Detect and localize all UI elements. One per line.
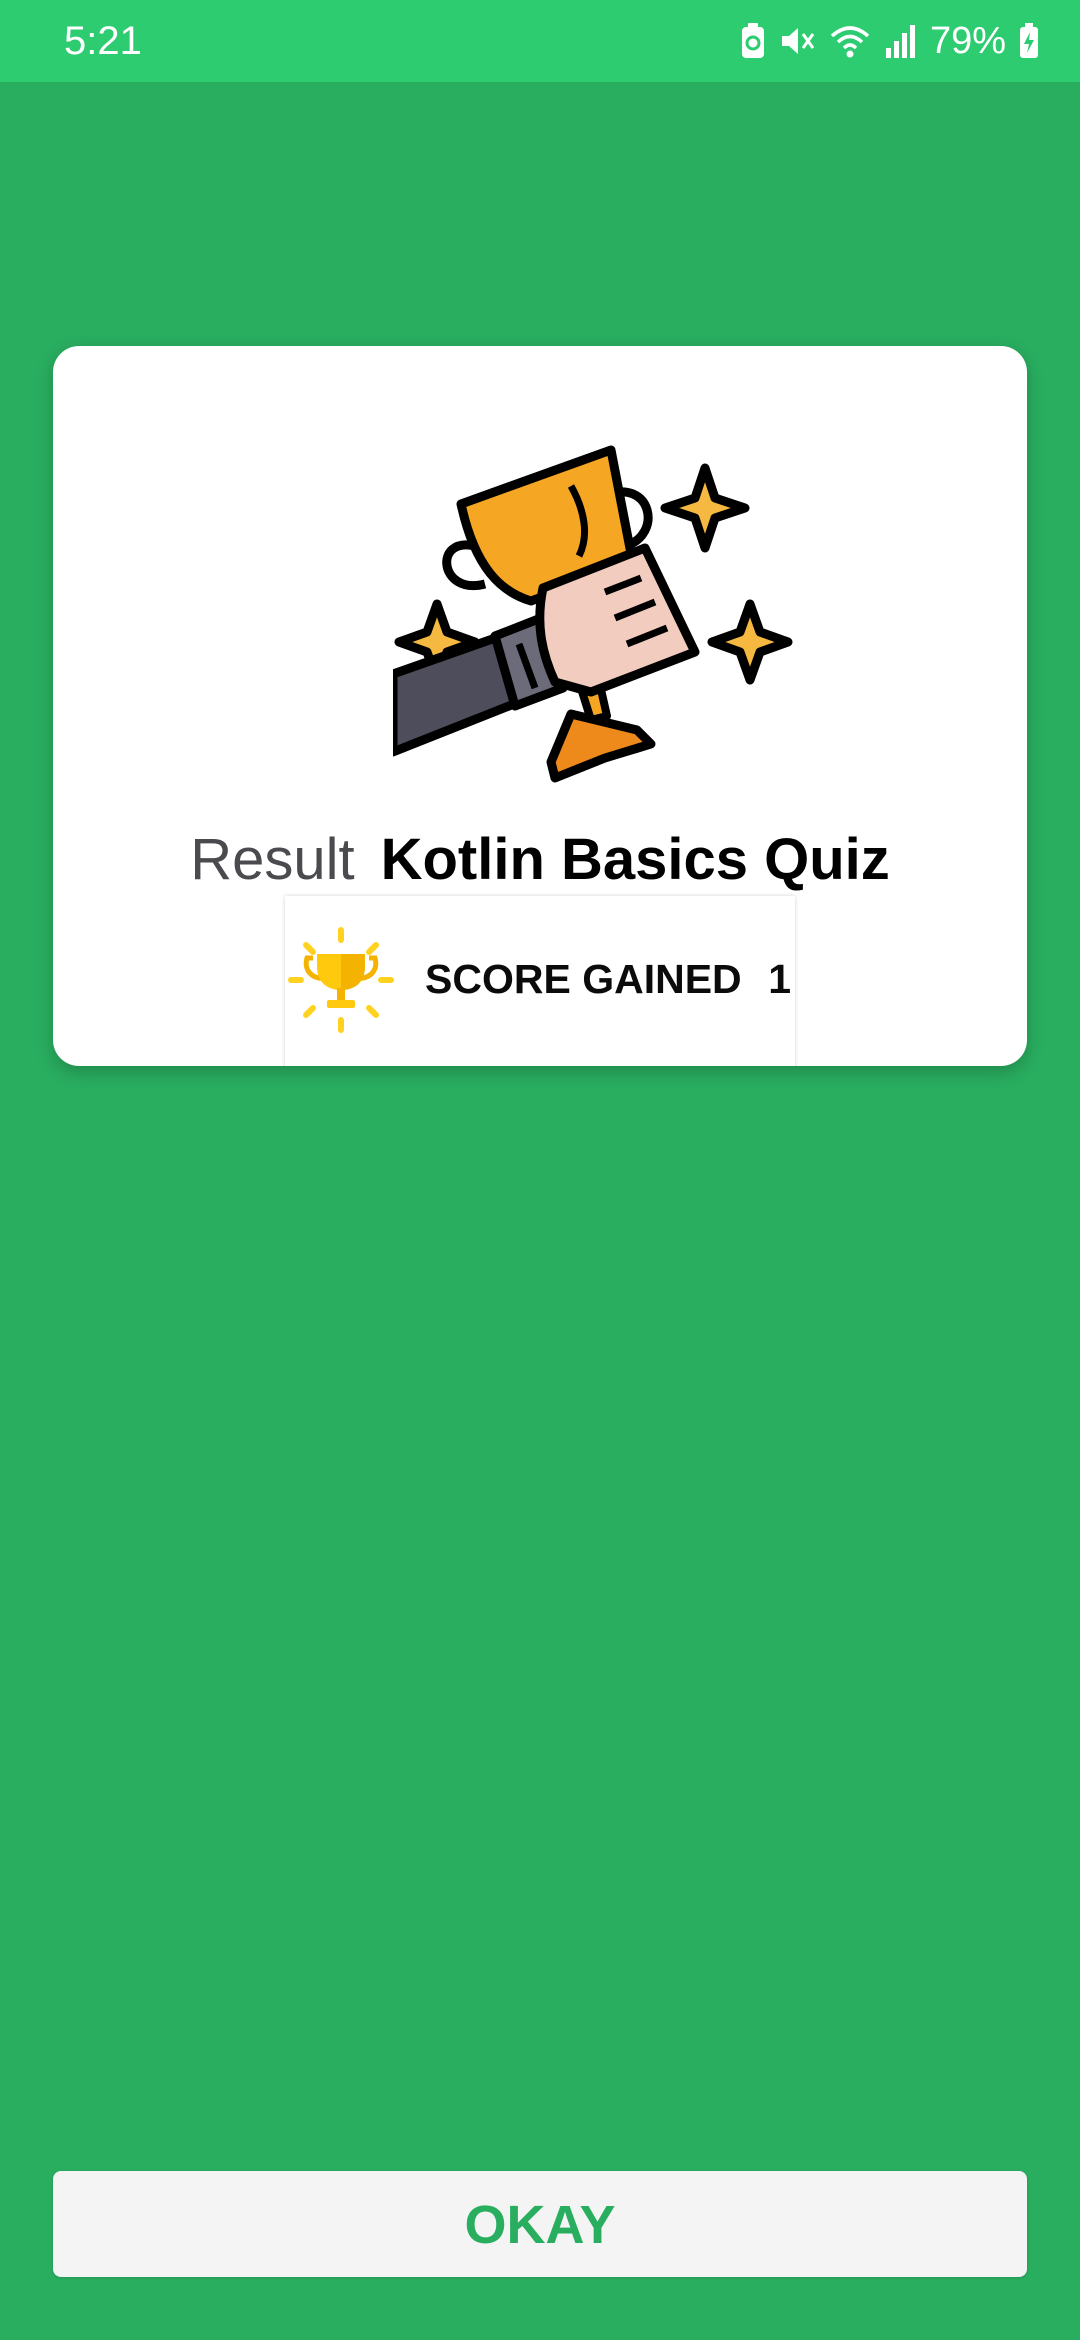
trophy-hand-icon (393, 445, 793, 783)
result-label: Result (190, 827, 355, 892)
status-bar: 5:21 79% (0, 0, 1080, 82)
battery-percentage: 79% (929, 20, 1006, 62)
status-icons: 79% (740, 16, 1040, 66)
status-time: 5:21 (64, 19, 142, 63)
okay-button[interactable]: OKAY (53, 2171, 1027, 2277)
score-label: SCORE GAINED (425, 956, 742, 1002)
score-panel: SCORE GAINED 1 (285, 896, 795, 1066)
trophy-icon (288, 927, 394, 1033)
signal-icon (885, 25, 915, 58)
mute-icon (781, 28, 815, 54)
score-value: 1 (768, 956, 791, 1002)
battery-charging-icon (1020, 23, 1038, 58)
result-heading: Result Kotlin Basics Quiz (53, 826, 1027, 893)
wifi-icon (830, 26, 870, 58)
battery-saver-icon (741, 23, 764, 58)
quiz-title: Kotlin Basics Quiz (380, 827, 890, 892)
result-card: Result Kotlin Basics Quiz SCORE GAINED 1 (53, 346, 1027, 1066)
